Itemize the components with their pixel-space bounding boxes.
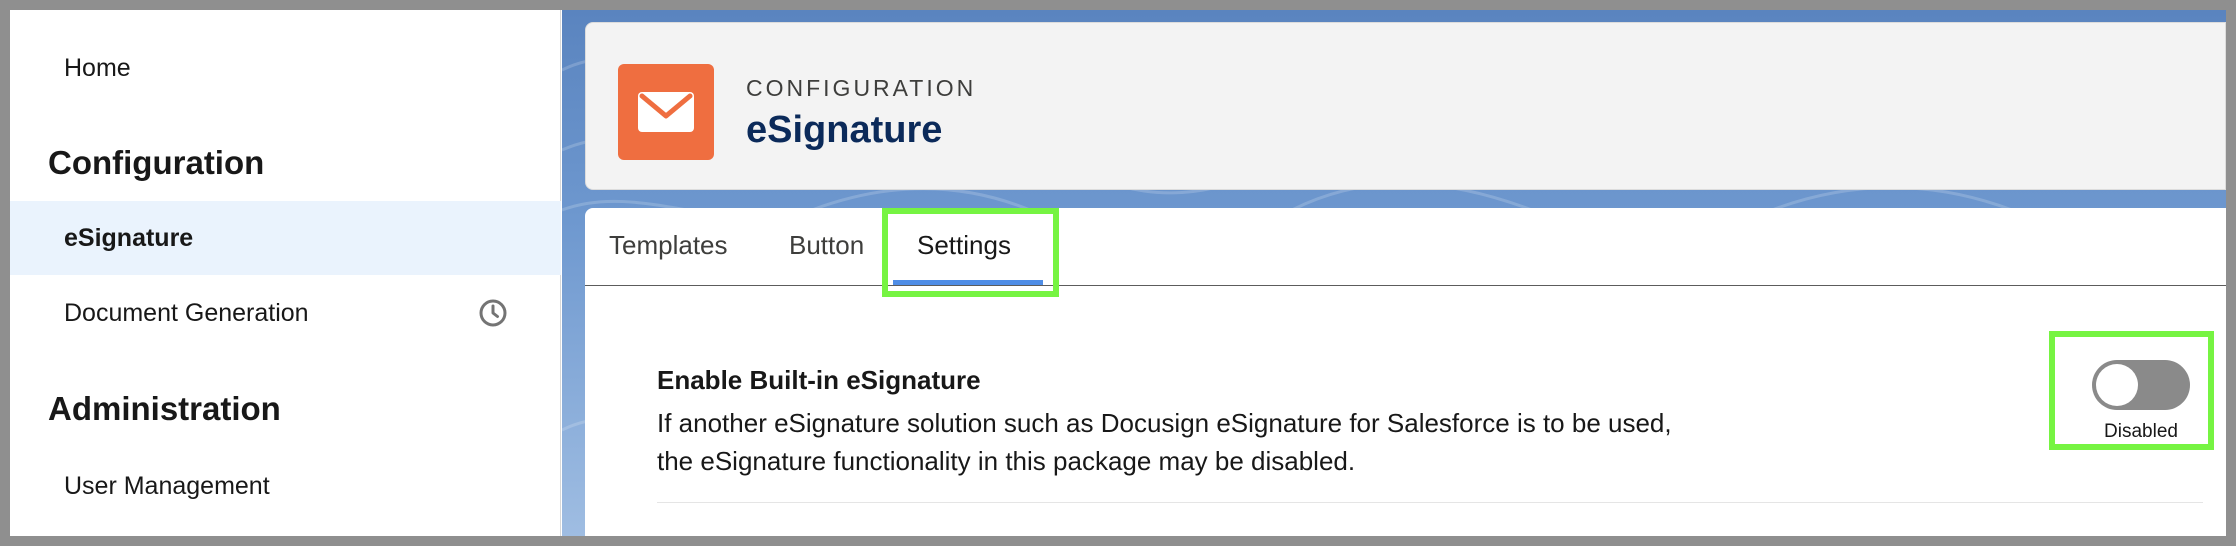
app-window: Home Configuration eSignature Document G… [10, 10, 2226, 536]
toggle-knob [2096, 364, 2138, 406]
divider [657, 502, 2203, 503]
page-eyebrow: CONFIGURATION [746, 75, 977, 101]
tab-bar: Templates Button Settings [585, 208, 2226, 286]
sidebar-item-user-management[interactable]: User Management [10, 449, 561, 523]
clock-icon [479, 299, 507, 327]
sidebar-section-administration: Administration [48, 390, 281, 427]
setting-description-line-2: the eSignature functionality in this pac… [657, 446, 1356, 476]
sidebar-section-configuration: Configuration [48, 144, 265, 181]
tab-templates[interactable]: Templates [609, 230, 728, 261]
tab-button[interactable]: Button [789, 230, 864, 261]
setting-title: Enable Built-in eSignature [657, 365, 981, 395]
page-header: CONFIGURATION eSignature [585, 22, 2226, 190]
setting-description-line-1: If another eSignature solution such as D… [657, 408, 1672, 438]
sidebar: Home Configuration eSignature Document G… [10, 10, 561, 536]
sidebar-item-document-generation[interactable]: Document Generation [10, 276, 561, 350]
sidebar-item-label: Document Generation [64, 298, 309, 327]
main-area: CONFIGURATION eSignature Templates Butto… [562, 10, 2226, 536]
settings-card: Templates Button Settings Enable Built-i… [585, 208, 2226, 536]
settings-tab-highlight-box [882, 208, 1059, 297]
enable-esignature-toggle[interactable] [2092, 360, 2190, 410]
sidebar-item-home[interactable]: Home [64, 54, 131, 83]
sidebar-item-label: User Management [64, 471, 270, 500]
page-title: eSignature [746, 109, 943, 151]
envelope-icon [618, 64, 714, 160]
setting-description: If another eSignature solution such as D… [657, 404, 1857, 480]
toggle-state-label: Disabled [2104, 421, 2178, 442]
sidebar-item-label: eSignature [64, 223, 194, 252]
sidebar-item-esignature[interactable]: eSignature [10, 201, 561, 275]
